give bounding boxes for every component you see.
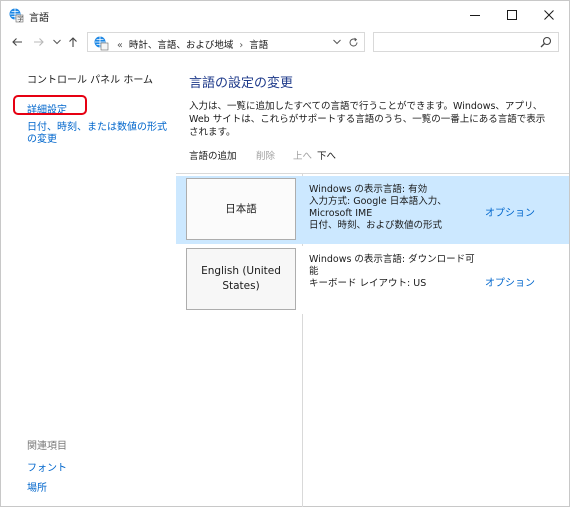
language-icon: 字 <box>8 7 24 23</box>
format-status: 日付、時刻、および数値の形式 <box>309 220 443 231</box>
language-row-english[interactable]: English (United States) Windows の表示言語: ダ… <box>176 246 569 314</box>
refresh-button[interactable] <box>346 35 360 49</box>
language-name-button[interactable]: 日本語 <box>186 178 296 240</box>
chevron-down-icon <box>333 39 341 45</box>
language-row-japanese[interactable]: 日本語 Windows の表示言語: 有効 入力方式: Google 日本語入力… <box>176 176 569 244</box>
back-button[interactable] <box>9 33 25 51</box>
title-bar: 字 言語 <box>1 1 569 29</box>
search-icon <box>540 36 552 48</box>
language-info: Windows の表示言語: 有効 入力方式: Google 日本語入力、Mic… <box>309 184 477 232</box>
keyboard-layout-status: キーボード レイアウト: US <box>309 278 427 289</box>
move-down-button[interactable]: 下へ <box>317 148 336 162</box>
highlight-annotation <box>13 95 87 115</box>
breadcrumb-overflow[interactable]: « <box>114 40 126 51</box>
maximize-button[interactable] <box>494 1 530 29</box>
svg-text:字: 字 <box>17 15 23 23</box>
search-input[interactable] <box>373 32 559 52</box>
display-language-status: Windows の表示言語: 有効 <box>309 184 428 195</box>
options-link[interactable]: オプション <box>485 204 535 219</box>
language-info: Windows の表示言語: ダウンロード可能 キーボード レイアウト: US <box>309 254 477 290</box>
breadcrumb-item-language[interactable]: 言語 <box>249 40 268 51</box>
window-title: 言語 <box>29 13 49 24</box>
remove-language-button[interactable]: 削除 <box>256 148 275 162</box>
move-up-button[interactable]: 上へ <box>293 148 312 162</box>
language-list: 日本語 Windows の表示言語: 有効 入力方式: Google 日本語入力… <box>176 173 569 507</box>
location-link[interactable]: 場所 <box>27 479 47 494</box>
control-panel-home-link[interactable]: コントロール パネル ホーム <box>27 71 153 86</box>
page-title: 言語の設定の変更 <box>189 76 294 91</box>
date-time-format-link[interactable]: 日付、時刻、または数値の形式の変更 <box>27 122 175 146</box>
language-name-button[interactable]: English (United States) <box>186 248 296 310</box>
address-dropdown-button[interactable] <box>330 35 344 49</box>
close-icon <box>544 10 554 20</box>
arrow-up-icon <box>69 37 77 47</box>
language-icon <box>93 35 109 51</box>
minimize-button[interactable] <box>457 1 493 29</box>
breadcrumb: « 時計、言語、および地域 › 言語 <box>114 37 268 51</box>
arrow-right-icon <box>34 38 44 46</box>
forward-button[interactable] <box>31 33 47 51</box>
refresh-icon <box>349 37 357 46</box>
arrow-left-icon <box>12 38 22 46</box>
add-language-button[interactable]: 言語の追加 <box>189 148 237 162</box>
navigation-bar: « 時計、言語、および地域 › 言語 <box>1 31 569 53</box>
address-bar[interactable]: « 時計、言語、および地域 › 言語 <box>87 32 365 52</box>
display-language-status: Windows の表示言語: ダウンロード可能 <box>309 254 475 277</box>
related-heading: 関連項目 <box>27 441 67 452</box>
maximize-icon <box>507 10 517 20</box>
input-method-status: 入力方式: Google 日本語入力、Microsoft IME <box>309 196 447 219</box>
up-button[interactable] <box>65 33 81 51</box>
options-link[interactable]: オプション <box>485 274 535 289</box>
minimize-icon <box>470 15 480 16</box>
page-description: 入力は、一覧に追加したすべての言語で行うことができます。Windows、アプリ、… <box>189 101 546 138</box>
fonts-link[interactable]: フォント <box>27 459 67 474</box>
close-button[interactable] <box>531 1 567 29</box>
recent-locations-button[interactable] <box>49 33 65 51</box>
chevron-down-icon <box>53 39 61 45</box>
language-window: 字 言語 « 時計、言語、および地域 › 言語 コントロール パネル ホーム 詳… <box>0 0 570 507</box>
breadcrumb-item-region[interactable]: 時計、言語、および地域 <box>129 40 234 51</box>
breadcrumb-separator: › <box>239 40 244 51</box>
